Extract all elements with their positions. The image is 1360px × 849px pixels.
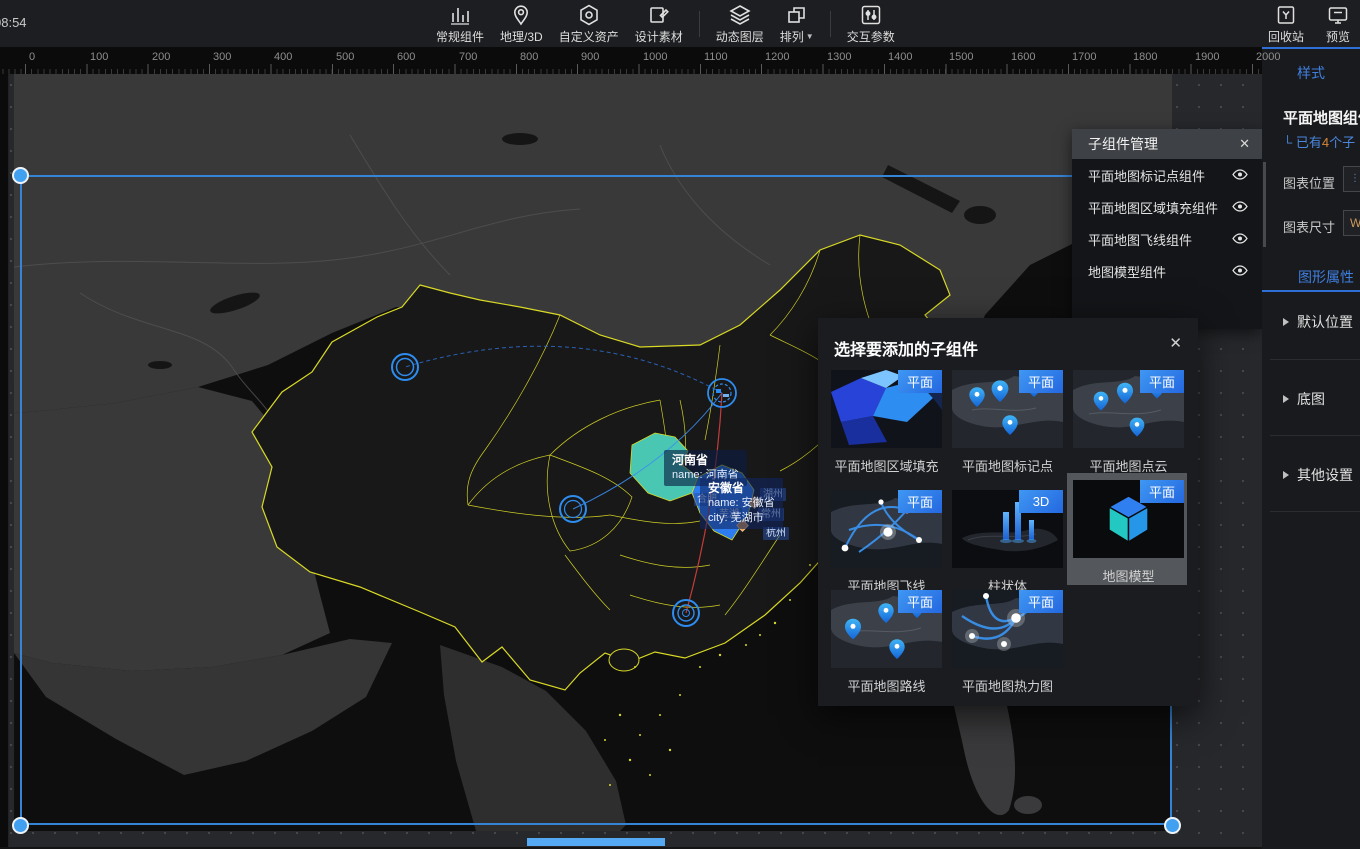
material-icon xyxy=(647,3,671,27)
field-label-chart-position: 图表位置 xyxy=(1283,173,1335,192)
badge: 平面 xyxy=(898,590,942,613)
chart-size-input[interactable]: W xyxy=(1343,210,1360,236)
field-label-chart-size: 图表尺寸 xyxy=(1283,217,1335,236)
subcomponent-item-region-fill[interactable]: 平面地图区域填充组件 xyxy=(1072,191,1262,223)
asset-icon xyxy=(577,3,601,27)
thumbnail-route: 平面 xyxy=(831,590,942,668)
thumbnail-flyline: 平面 xyxy=(831,490,942,568)
chevron-right-icon xyxy=(1283,318,1289,326)
eye-icon[interactable] xyxy=(1232,232,1248,247)
modal-item-marker[interactable]: 平面 平面地图标记点 xyxy=(952,370,1063,475)
section-base-map[interactable]: 底图 xyxy=(1283,389,1325,409)
subcomponent-item-map-model[interactable]: 地图模型组件 xyxy=(1072,255,1262,287)
thumbnail-map-model: 平面 xyxy=(1073,480,1184,558)
divider xyxy=(1270,359,1360,360)
eye-icon[interactable] xyxy=(1232,168,1248,183)
badge: 平面 xyxy=(1140,480,1184,503)
toolbar-button-preview[interactable]: 预览 xyxy=(1326,3,1350,45)
toolbar-button-interaction-params[interactable]: 交互参数 xyxy=(847,3,895,45)
modal-item-column3d[interactable]: 3D 柱状体 xyxy=(952,490,1063,595)
subcomponent-item-marker[interactable]: 平面地图标记点组件 xyxy=(1072,159,1262,191)
thumbnail-pointcloud: 平面 xyxy=(1073,370,1184,448)
style-inspector-panel: 样式 平面地图组件 └ 已有4个子 图表位置 ⋮ 图表尺寸 W 图形属性 默认位… xyxy=(1262,47,1360,849)
toolbar-button-design-materials[interactable]: 设计素材 xyxy=(635,3,683,45)
thumbnail-region-fill: 平面 xyxy=(831,370,942,448)
add-subcomponent-modal: 选择要添加的子组件 ✕ 平面 平面地图区域填充 平面 平面 xyxy=(818,318,1198,706)
close-icon[interactable]: ✕ xyxy=(1169,334,1182,352)
section-default-position[interactable]: 默认位置 xyxy=(1283,312,1353,332)
toolbar-button-custom-assets[interactable]: 自定义资产 xyxy=(559,3,619,45)
subcomponent-panel-title: 子组件管理 xyxy=(1088,134,1158,154)
modal-item-heatmap[interactable]: 平面 平面地图热力图 xyxy=(952,590,1063,695)
params-icon xyxy=(859,3,883,27)
close-icon[interactable]: ✕ xyxy=(1239,136,1250,152)
chevron-right-icon xyxy=(1283,471,1289,479)
divider xyxy=(1270,511,1360,512)
eye-icon[interactable] xyxy=(1232,264,1248,279)
chart-position-input[interactable]: ⋮ xyxy=(1343,166,1360,192)
component-title: 平面地图组件 xyxy=(1283,107,1360,128)
toolbar-button-arrange[interactable]: 排列▼ xyxy=(780,3,814,45)
thumbnail-marker: 平面 xyxy=(952,370,1063,448)
tab-graphic-properties[interactable]: 图形属性 xyxy=(1298,267,1354,287)
modal-item-region-fill[interactable]: 平面 平面地图区域填充 xyxy=(831,370,942,475)
chart-icon xyxy=(448,3,472,27)
tab-style[interactable]: 样式 xyxy=(1262,63,1360,83)
toolbar-separator xyxy=(699,11,700,37)
selection-handle-top-left[interactable] xyxy=(12,167,29,184)
tab-underline xyxy=(1262,290,1360,292)
thumbnail-heatmap: 平面 xyxy=(952,590,1063,668)
badge: 3D xyxy=(1019,490,1063,513)
horizontal-scrollbar-thumb[interactable] xyxy=(527,838,665,846)
layers-icon xyxy=(728,3,752,27)
preview-icon xyxy=(1326,3,1350,27)
tooltip-anhui-line: name: 安徽省 xyxy=(708,496,775,511)
modal-item-map-model[interactable]: 平面 地图模型 xyxy=(1073,480,1184,585)
horizontal-ruler: 0 100 200 300 400 500 600 700 800 900 10… xyxy=(0,47,1262,74)
badge: 平面 xyxy=(898,490,942,513)
tooltip-anhui: 安徽省 name: 安徽省 city: 芜湖市 xyxy=(700,478,783,529)
badge: 平面 xyxy=(898,370,942,393)
toolbar-button-regular-components[interactable]: 常规组件 xyxy=(436,3,484,45)
tooltip-henan-title: 河南省 xyxy=(672,453,739,468)
eye-icon[interactable] xyxy=(1232,200,1248,215)
subcomponent-count-line[interactable]: └ 已有4个子 xyxy=(1283,132,1355,151)
section-other-settings[interactable]: 其他设置 xyxy=(1283,465,1353,485)
geo-icon xyxy=(509,3,533,27)
modal-item-flyline[interactable]: 平面 平面地图飞线 xyxy=(831,490,942,595)
badge: 平面 xyxy=(1140,370,1184,393)
recycle-icon xyxy=(1274,3,1298,27)
badge: 平面 xyxy=(1019,370,1063,393)
tooltip-anhui-city-line: city: 芜湖市 xyxy=(708,511,775,526)
modal-item-route[interactable]: 平面 平面地图路线 xyxy=(831,590,942,695)
clock: 08:54 xyxy=(0,15,27,30)
modal-item-pointcloud[interactable]: 平面 平面地图点云 xyxy=(1073,370,1184,475)
selection-handle-bottom-left[interactable] xyxy=(12,817,29,834)
vertical-ruler xyxy=(0,74,9,847)
selection-handle-bottom-right[interactable] xyxy=(1164,817,1181,834)
thumbnail-column3d: 3D xyxy=(952,490,1063,568)
chevron-down-icon: ▼ xyxy=(806,32,814,41)
chevron-right-icon xyxy=(1283,395,1289,403)
inspector-scrollbar[interactable] xyxy=(1263,162,1266,247)
toolbar-button-recycle-bin[interactable]: 回收站 xyxy=(1268,3,1304,45)
toolbar-button-dynamic-layers[interactable]: 动态图层 xyxy=(716,3,764,45)
modal-title: 选择要添加的子组件 xyxy=(834,336,978,360)
divider xyxy=(1270,435,1360,436)
tooltip-anhui-title: 安徽省 xyxy=(708,481,775,496)
toolbar-button-geo-3d[interactable]: 地理/3D xyxy=(500,3,543,45)
subcomponent-item-flyline[interactable]: 平面地图飞线组件 xyxy=(1072,223,1262,255)
subcomponent-manager-panel: 子组件管理 ✕ 平面地图标记点组件 平面地图区域填充组件 平面地图飞线组件 地图… xyxy=(1072,129,1262,329)
arrange-icon xyxy=(785,3,809,27)
top-toolbar: 08:54 常规组件 地理/3D 自定义资产 设计素材 动态图层 排列▼ xyxy=(0,0,1360,47)
toolbar-separator xyxy=(830,11,831,37)
badge: 平面 xyxy=(1019,590,1063,613)
